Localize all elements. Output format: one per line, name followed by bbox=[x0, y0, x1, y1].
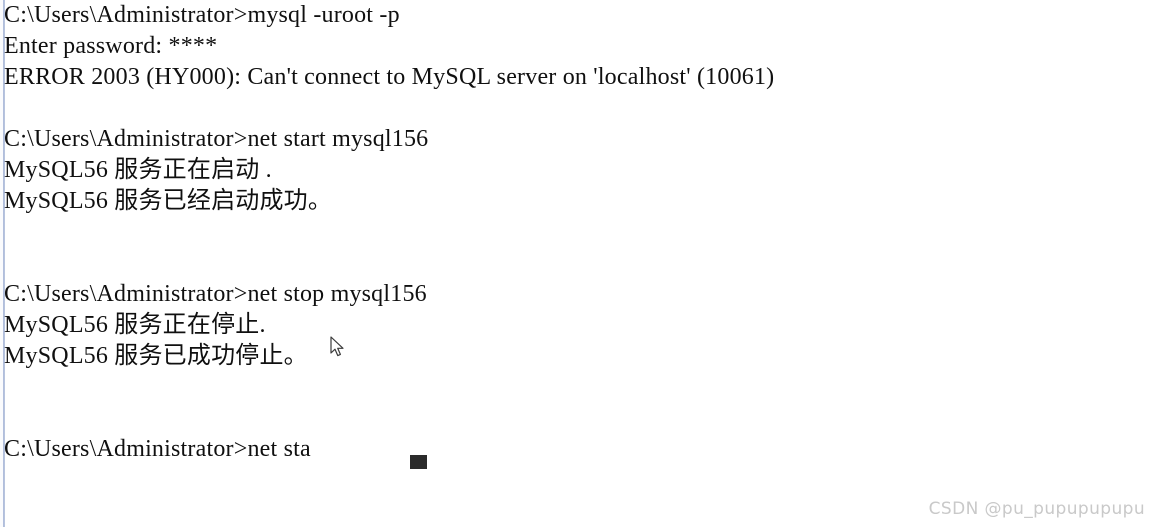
console-line: MySQL56 服务已经启动成功。 bbox=[4, 188, 333, 214]
console-line: MySQL56 服务已成功停止。 bbox=[4, 343, 308, 369]
console-line: ERROR 2003 (HY000): Can't connect to MyS… bbox=[4, 64, 775, 90]
console-output-area[interactable]: C:\Users\Administrator>mysql -uroot -p E… bbox=[4, 0, 1124, 465]
command-prompt-window[interactable]: C:\Users\Administrator>mysql -uroot -p E… bbox=[0, 0, 1163, 527]
console-line: C:\Users\Administrator>net start mysql15… bbox=[4, 126, 429, 152]
csdn-watermark: CSDN @pu_pupupupupu bbox=[928, 499, 1145, 519]
console-line: C:\Users\Administrator>mysql -uroot -p bbox=[4, 2, 400, 28]
console-line: MySQL56 服务正在启动 . bbox=[4, 157, 272, 183]
console-prompt-line[interactable]: C:\Users\Administrator>net sta bbox=[4, 434, 1124, 465]
console-line: Enter password: **** bbox=[4, 33, 218, 59]
text-caret bbox=[410, 455, 427, 469]
console-line: C:\Users\Administrator>net stop mysql156 bbox=[4, 281, 427, 307]
console-line: MySQL56 服务正在停止. bbox=[4, 312, 266, 338]
